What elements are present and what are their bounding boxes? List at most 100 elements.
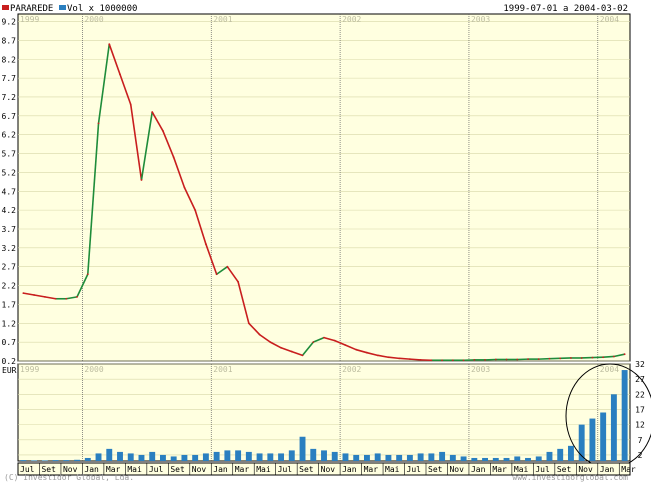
price-point bbox=[549, 358, 551, 360]
price-tick-label: 8.7 bbox=[2, 36, 17, 45]
price-point bbox=[22, 292, 24, 294]
legend-swatch-volume bbox=[59, 5, 66, 10]
price-point bbox=[33, 294, 35, 296]
chart-svg: PARAREDE Vol x 1000000 1999-07-01 a 2004… bbox=[0, 0, 651, 482]
copyright-text: (C) Investidor Global, Lda. bbox=[4, 473, 134, 482]
volume-bar bbox=[568, 446, 574, 461]
price-point bbox=[312, 341, 314, 343]
price-tick-label: 2.2 bbox=[2, 282, 17, 291]
price-tick-label: 7.2 bbox=[2, 93, 17, 102]
volume-tick-label: 32 bbox=[635, 360, 645, 369]
year-label: 2003 bbox=[471, 365, 490, 374]
price-point bbox=[216, 273, 218, 275]
year-label: 2004 bbox=[600, 365, 619, 374]
volume-bar bbox=[385, 455, 391, 461]
volume-bar bbox=[375, 453, 381, 461]
volume-bar bbox=[450, 455, 456, 461]
month-label: Jan bbox=[213, 465, 228, 474]
volume-bar bbox=[353, 455, 359, 461]
volume-bar bbox=[74, 460, 80, 461]
volume-tick-label: 7 bbox=[638, 436, 643, 445]
year-label: 2004 bbox=[600, 15, 619, 24]
price-tick-label: 6.7 bbox=[2, 112, 17, 121]
price-point bbox=[280, 347, 282, 349]
volume-bar bbox=[117, 452, 123, 461]
volume-bar bbox=[42, 460, 48, 461]
price-point bbox=[291, 351, 293, 353]
month-label: Mai bbox=[385, 465, 400, 474]
price-point bbox=[366, 352, 368, 354]
price-point bbox=[398, 357, 400, 359]
volume-bar bbox=[504, 458, 510, 461]
price-tick-label: 1.2 bbox=[2, 319, 17, 328]
price-point bbox=[430, 359, 432, 361]
price-point bbox=[151, 111, 153, 113]
volume-bar bbox=[203, 453, 209, 461]
volume-bar bbox=[310, 449, 316, 461]
price-point bbox=[388, 356, 390, 358]
price-tick-label: 5.7 bbox=[2, 150, 17, 159]
volume-bar bbox=[289, 450, 295, 461]
price-tick-label: 4.2 bbox=[2, 206, 17, 215]
price-point bbox=[119, 73, 121, 75]
volume-bar bbox=[267, 453, 273, 461]
volume-bar bbox=[343, 453, 349, 461]
volume-bar bbox=[63, 460, 69, 461]
price-tick-label: 8.2 bbox=[2, 55, 17, 64]
price-point bbox=[377, 354, 379, 356]
year-label: 1999 bbox=[20, 365, 39, 374]
price-point bbox=[44, 296, 46, 298]
month-label: Jul bbox=[149, 465, 164, 474]
price-point bbox=[602, 356, 604, 358]
volume-bar bbox=[181, 455, 187, 461]
price-point bbox=[269, 341, 271, 343]
volume-bar bbox=[536, 456, 542, 461]
price-point bbox=[516, 359, 518, 361]
price-point bbox=[65, 298, 67, 300]
year-label: 2001 bbox=[213, 365, 232, 374]
volume-bar bbox=[428, 453, 434, 461]
volume-tick-label: 17 bbox=[635, 405, 645, 414]
volume-bar bbox=[300, 437, 306, 461]
price-point bbox=[463, 359, 465, 361]
volume-tick-label: 12 bbox=[635, 421, 645, 430]
month-label: Mar bbox=[364, 465, 379, 474]
year-label: 1999 bbox=[20, 15, 39, 24]
price-point bbox=[237, 281, 239, 283]
price-tick-label: 6.2 bbox=[2, 131, 17, 140]
volume-bar bbox=[589, 419, 595, 461]
price-point bbox=[302, 354, 304, 356]
price-point bbox=[420, 359, 422, 361]
volume-bar bbox=[31, 460, 37, 461]
volume-bar bbox=[257, 453, 263, 461]
volume-bar bbox=[106, 449, 112, 461]
volume-bar bbox=[235, 450, 241, 461]
month-label: Set bbox=[428, 465, 443, 474]
price-point bbox=[538, 358, 540, 360]
price-point bbox=[570, 357, 572, 359]
price-tick-label: 4.7 bbox=[2, 187, 17, 196]
month-label: Jul bbox=[407, 465, 422, 474]
price-tick-label: 0.2 bbox=[2, 357, 17, 366]
price-point bbox=[473, 359, 475, 361]
price-point bbox=[409, 358, 411, 360]
volume-bar bbox=[246, 452, 252, 461]
price-tick-label: 2.7 bbox=[2, 263, 17, 272]
price-point bbox=[194, 209, 196, 211]
month-label: Nov bbox=[192, 465, 207, 474]
month-label: Set bbox=[170, 465, 185, 474]
month-label: Nov bbox=[449, 465, 464, 474]
volume-bar bbox=[514, 456, 520, 461]
volume-bar bbox=[471, 458, 477, 461]
price-tick-label: 3.2 bbox=[2, 244, 17, 253]
price-point bbox=[559, 357, 561, 359]
year-label: 2003 bbox=[471, 15, 490, 24]
price-point bbox=[624, 353, 626, 355]
legend-ticker: PARAREDE bbox=[10, 4, 53, 14]
volume-bar bbox=[525, 458, 531, 461]
price-point bbox=[581, 357, 583, 359]
price-point bbox=[334, 340, 336, 342]
volume-bar bbox=[364, 455, 370, 461]
month-label: Jan bbox=[342, 465, 357, 474]
volume-bar bbox=[321, 450, 327, 461]
